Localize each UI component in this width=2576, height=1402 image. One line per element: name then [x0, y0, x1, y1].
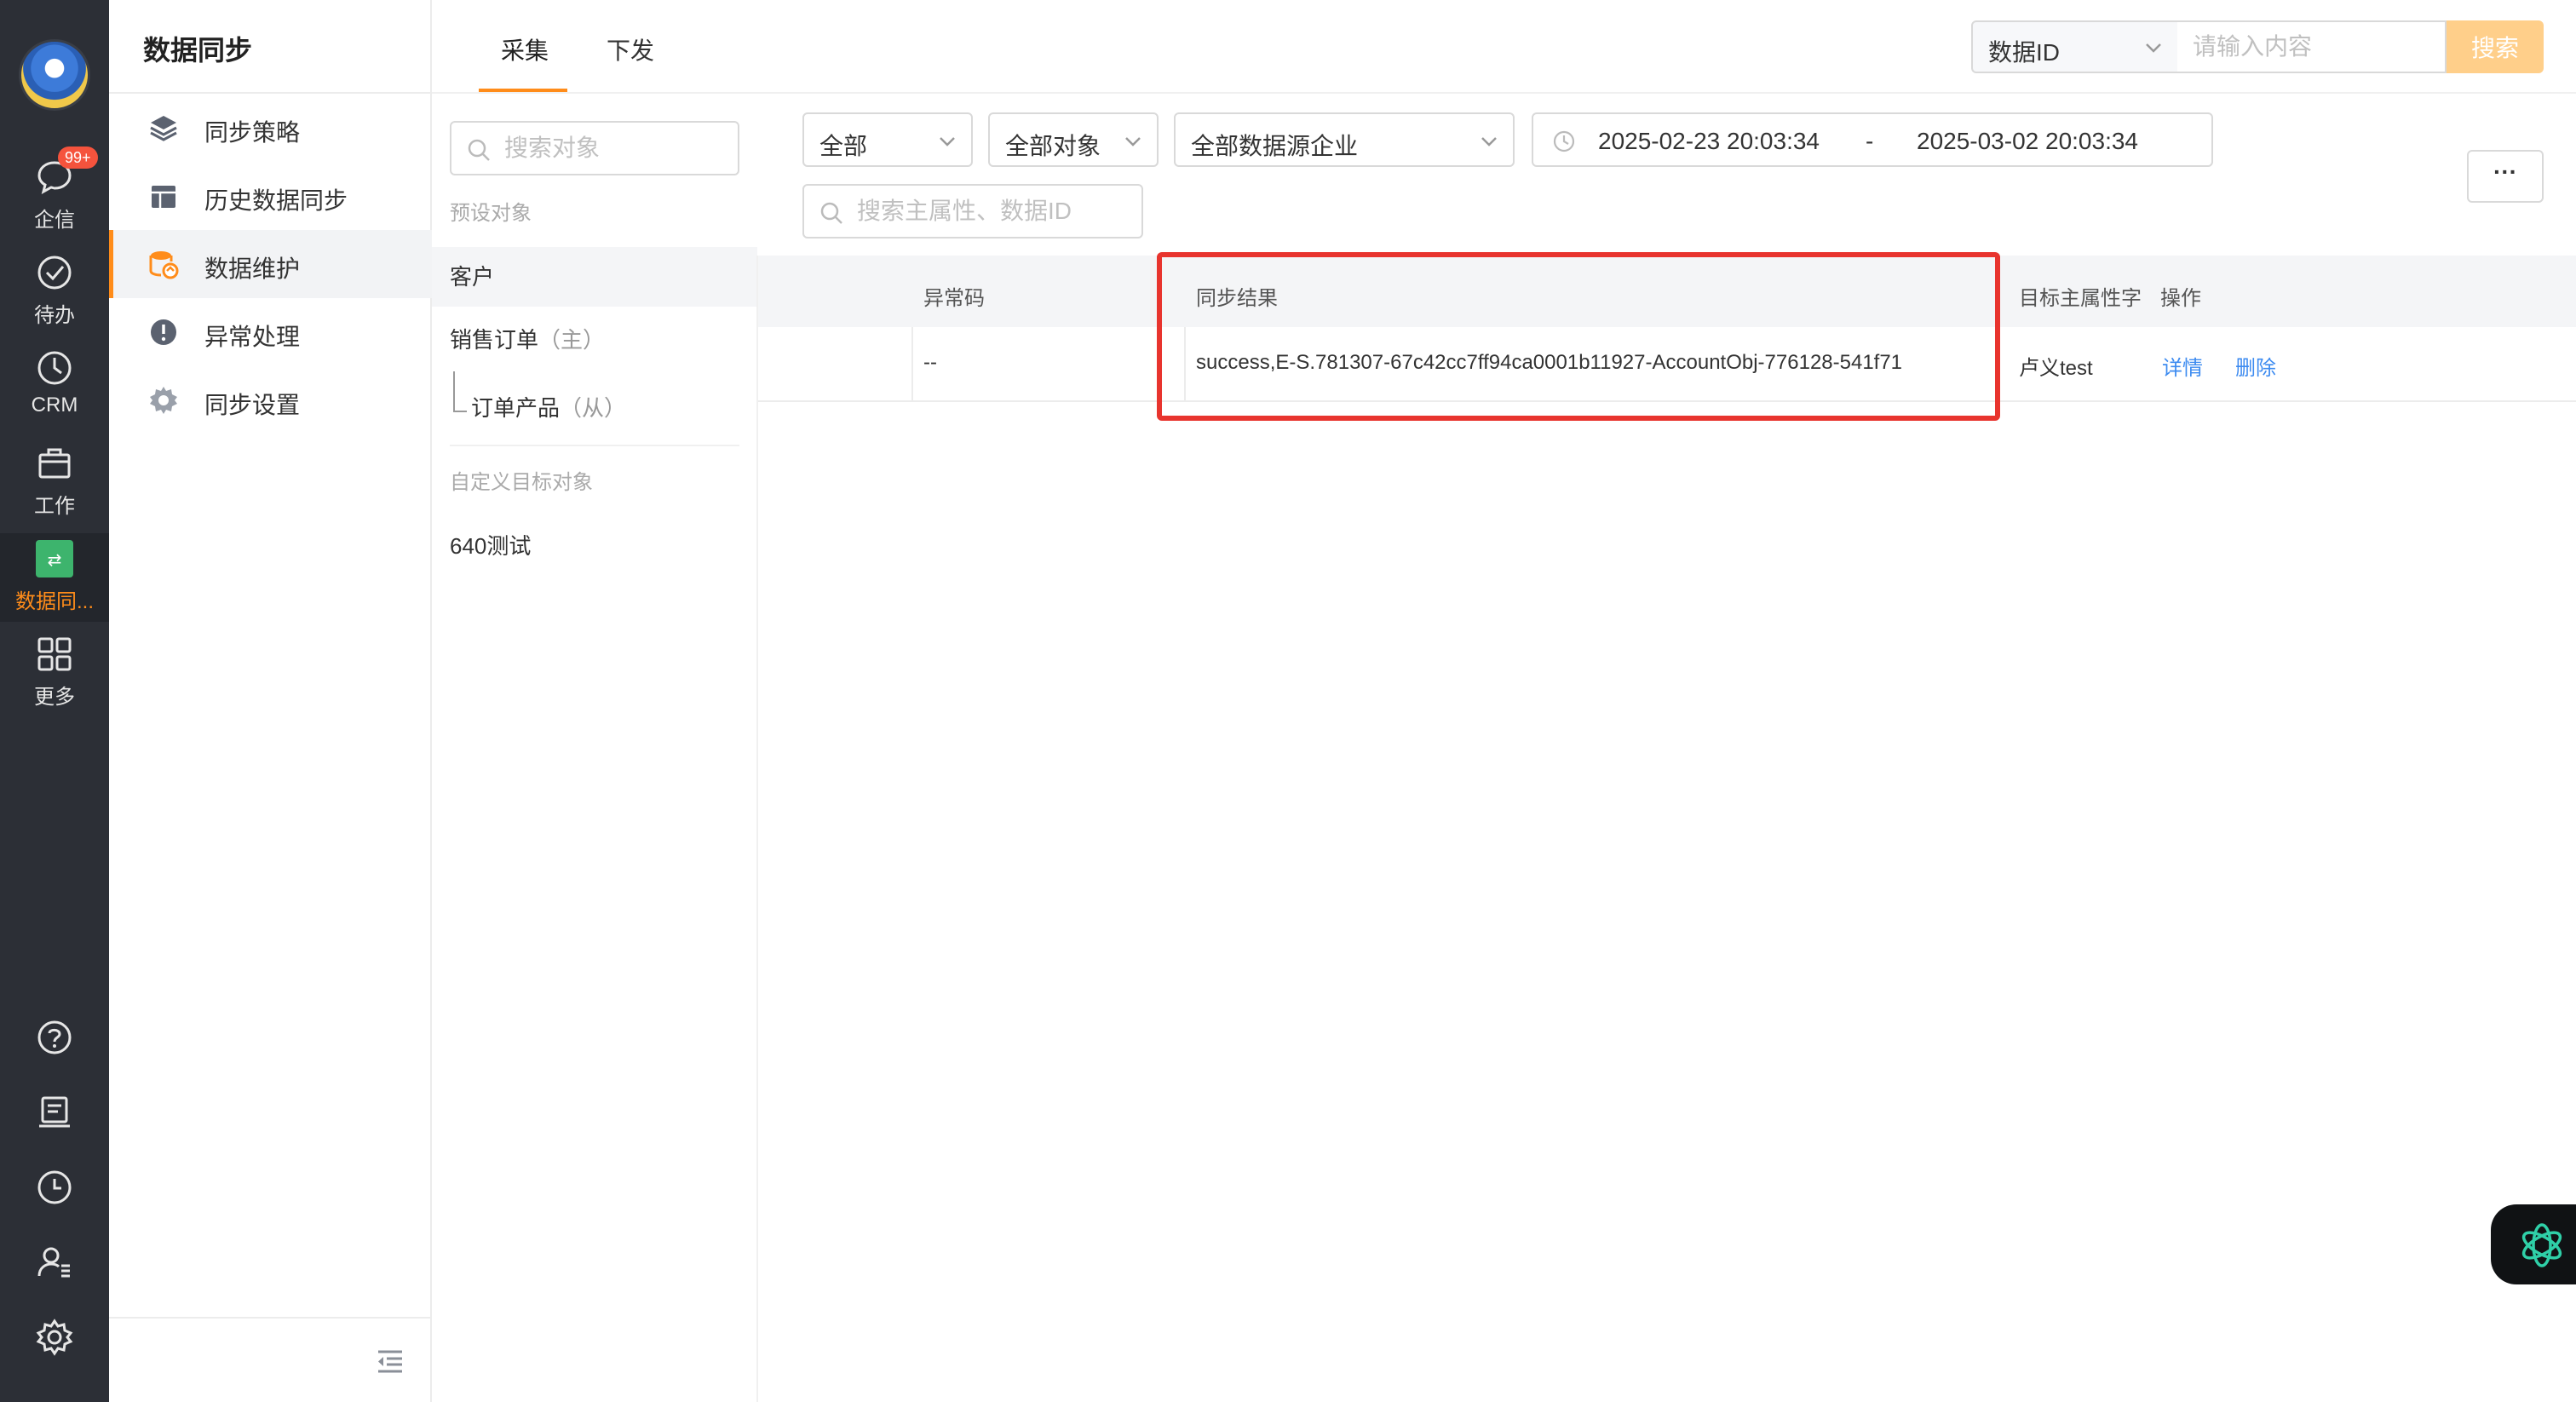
date-separator: - — [1866, 128, 1874, 154]
date-range-picker[interactable]: 2025-02-23 20:03:34 - 2025-03-02 20:03:3… — [1532, 112, 2213, 167]
ai-assistant-button[interactable] — [2491, 1204, 2576, 1284]
menu-item-data-maintenance[interactable]: 数据维护 — [109, 230, 432, 298]
object-search[interactable] — [450, 121, 739, 175]
attribute-search-input[interactable] — [855, 194, 1128, 228]
more-options-button[interactable]: ··· — [2467, 150, 2544, 203]
divider — [432, 92, 2576, 94]
rail-label: CRM — [31, 394, 78, 417]
delete-link[interactable]: 删除 — [2235, 351, 2276, 381]
rail-item-crm[interactable]: CRM — [0, 342, 109, 431]
attribute-search[interactable] — [802, 184, 1143, 238]
menu-item-exception-handling[interactable]: 异常处理 — [109, 298, 432, 366]
user-settings-icon[interactable] — [36, 1244, 73, 1281]
database-sync-icon — [149, 251, 179, 279]
search-icon — [820, 202, 842, 224]
ai-assistant-icon — [2521, 1223, 2562, 1267]
grid-icon — [37, 637, 72, 671]
search-icon — [468, 139, 490, 161]
object-item-label: 销售订单 — [450, 327, 539, 353]
menu-item-label: 异常处理 — [204, 324, 301, 350]
menu-item-sync-strategy[interactable]: 同步策略 — [109, 94, 432, 162]
tab-collect[interactable]: 采集 — [501, 32, 549, 66]
chevron-down-icon — [940, 137, 955, 147]
data-sync-app-icon: ⇄ — [36, 540, 73, 577]
detail-tag: （从） — [560, 395, 627, 421]
search-button[interactable]: 搜索 — [2447, 20, 2544, 73]
object-filter-value: 全部对象 — [1005, 133, 1101, 159]
history-table-icon — [152, 186, 175, 208]
rail-item-more[interactable]: 更多 — [0, 629, 109, 717]
cell-target-field: 卢义test — [2019, 357, 2093, 380]
tab-distribute[interactable]: 下发 — [607, 32, 654, 66]
rail-label: 待办 — [34, 304, 75, 327]
preset-objects-label: 预设对象 — [450, 202, 532, 225]
avatar[interactable] — [19, 39, 90, 111]
menu-item-sync-settings[interactable]: 同步设置 — [109, 366, 432, 434]
rail-item-work[interactable]: 工作 — [0, 438, 109, 526]
search-input[interactable] — [2177, 20, 2447, 73]
cell-divider — [911, 327, 913, 402]
date-start[interactable]: 2025-02-23 20:03:34 — [1598, 128, 1820, 155]
custom-objects-label: 自定义目标对象 — [450, 471, 593, 494]
menu-item-label: 同步设置 — [204, 392, 301, 418]
source-filter-select[interactable]: 全部数据源企业 — [1174, 112, 1515, 167]
cell-error-code: -- — [923, 351, 937, 374]
briefcase-icon — [38, 448, 71, 479]
rail-item-data-sync[interactable]: ⇄ 数据同... — [0, 533, 109, 622]
layers-icon — [150, 116, 177, 141]
clock-icon — [37, 351, 72, 385]
unread-badge: 99+ — [58, 147, 98, 169]
source-filter-value: 全部数据源企业 — [1191, 133, 1359, 159]
column-header-target-field: 目标主属性字段 — [2019, 287, 2142, 310]
rail-label: 工作 — [34, 495, 75, 518]
clock-icon — [1553, 130, 1575, 152]
search-field-value: 数据ID — [1988, 39, 2061, 66]
menu-item-label: 同步策略 — [204, 119, 301, 146]
chevron-down-icon — [2146, 43, 2161, 53]
divider — [450, 445, 739, 446]
object-item-label: 订单产品 — [471, 395, 561, 421]
collapse-menu-icon[interactable] — [375, 1346, 405, 1376]
column-header-error-code: 异常码 — [923, 287, 985, 310]
app-rail: 99+ 企信 待办 CRM 工作 ⇄ 数据同... 更多 — [0, 0, 109, 1402]
divider — [109, 1317, 432, 1319]
rail-item-todo[interactable]: 待办 — [0, 247, 109, 336]
object-item-sales-order[interactable]: 销售订单（主） — [432, 310, 757, 370]
search-field-select[interactable]: 数据ID — [1971, 20, 2179, 73]
help-icon[interactable] — [36, 1019, 73, 1056]
object-filter-select[interactable]: 全部对象 — [988, 112, 1159, 167]
rail-label: 数据同... — [14, 590, 94, 613]
menu-item-label: 数据维护 — [204, 256, 301, 282]
detail-link[interactable]: 详情 — [2162, 351, 2203, 381]
object-item-customer[interactable]: 客户 — [432, 247, 757, 307]
master-tag: （主） — [538, 327, 606, 353]
menu-item-label: 历史数据同步 — [204, 187, 348, 214]
svg-text:⇄: ⇄ — [48, 549, 62, 570]
object-search-input[interactable] — [503, 131, 724, 165]
object-item-custom[interactable]: 640测试 — [432, 516, 757, 576]
column-header-actions: 操作 — [2160, 287, 2201, 310]
gear-icon — [150, 387, 177, 414]
history-icon[interactable] — [36, 1169, 73, 1206]
status-filter-value: 全部 — [819, 133, 868, 159]
alert-icon — [151, 319, 176, 345]
date-end[interactable]: 2025-03-02 20:03:34 — [1917, 128, 2138, 155]
object-item-order-product[interactable]: 订单产品（从） — [432, 378, 757, 438]
rail-label: 更多 — [34, 686, 75, 709]
notes-icon[interactable] — [36, 1094, 73, 1131]
data-sync-menu: 数据同步 同步策略 历史数据同步 数据维护 异常处理 同步设置 — [109, 0, 432, 1402]
menu-title: 数据同步 — [143, 35, 253, 66]
rail-item-chat[interactable]: 99+ 企信 — [0, 147, 109, 240]
chevron-down-icon — [1125, 137, 1141, 147]
highlight-annotation — [1157, 252, 2000, 421]
check-circle-icon — [37, 256, 72, 290]
menu-item-history-sync[interactable]: 历史数据同步 — [109, 162, 432, 230]
chevron-down-icon — [1481, 137, 1497, 147]
rail-label: 企信 — [34, 209, 75, 232]
settings-icon[interactable] — [36, 1319, 73, 1356]
object-item-label: 640测试 — [450, 533, 532, 559]
divider — [756, 256, 758, 1402]
status-filter-select[interactable]: 全部 — [802, 112, 973, 167]
object-item-label: 客户 — [450, 264, 495, 290]
